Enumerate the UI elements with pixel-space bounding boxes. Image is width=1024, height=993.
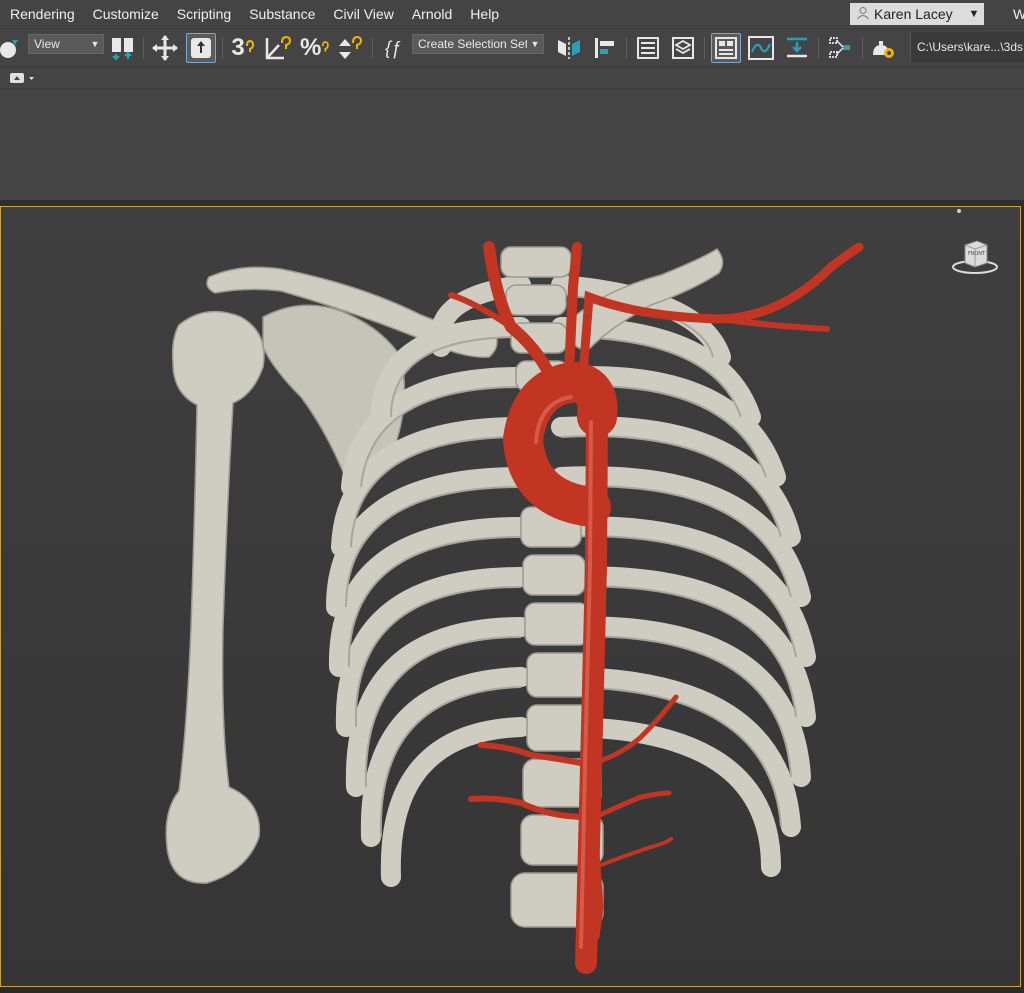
spinner-snap-button[interactable] — [336, 33, 366, 63]
viewcube[interactable]: FRONT — [951, 235, 999, 275]
schematic-view-icon — [829, 37, 850, 58]
chevron-down-icon: ▼ — [968, 8, 980, 20]
curve-editor-icon — [748, 36, 774, 60]
reference-coordinate-dropdown[interactable]: View ▼ — [28, 34, 104, 54]
menu-rendering[interactable]: Rendering — [0, 0, 84, 28]
viewcube-face-label: FRONT — [968, 251, 986, 257]
dope-sheet-icon — [787, 37, 807, 58]
toolbar-separator — [143, 37, 144, 59]
render-setup-button[interactable] — [868, 33, 898, 63]
ribbon-minimize-icon — [10, 73, 34, 83]
toolbar-separator — [704, 37, 705, 59]
menu-scripting[interactable]: Scripting — [168, 0, 240, 28]
workspace-label[interactable]: W — [1013, 0, 1024, 28]
menu-civil-view[interactable]: Civil View — [324, 0, 402, 28]
perspective-viewport[interactable]: FRONT — [0, 206, 1021, 987]
scene-explorer-icon — [637, 37, 659, 59]
snaps-toggle-glyph: 3 — [231, 34, 245, 61]
ribbon-toggle-icon — [715, 37, 737, 59]
viewport-scene — [1, 207, 1020, 986]
menu-customize[interactable]: Customize — [84, 0, 168, 28]
user-name: Karen Lacey — [874, 6, 953, 22]
menu-help[interactable]: Help — [461, 0, 508, 28]
select-object-button[interactable] — [186, 33, 216, 63]
select-object-icon — [191, 38, 211, 58]
project-path-field[interactable]: C:\Users\kare...\3ds — [910, 32, 1024, 62]
select-and-move-icon — [152, 35, 178, 61]
layer-explorer-icon — [672, 37, 694, 59]
mirror-button[interactable] — [554, 33, 584, 63]
schematic-view-button[interactable] — [826, 33, 856, 63]
spinner-snap-icon — [339, 35, 363, 59]
percent-snap-glyph: % — [300, 34, 322, 61]
scene-explorer-button[interactable] — [633, 33, 663, 63]
angle-snap-icon — [265, 35, 292, 60]
dope-sheet-button[interactable] — [782, 33, 812, 63]
viewport-indicator-dot — [957, 209, 961, 213]
snap-magnet-icon — [322, 41, 330, 52]
toolbar-separator — [372, 37, 373, 59]
edit-named-selection-icon: {ƒ — [384, 37, 402, 58]
named-selection-value: Create Selection Set — [418, 37, 527, 51]
toolbar-separator — [222, 37, 223, 59]
bind-to-space-warp-icon — [112, 38, 133, 61]
align-button[interactable] — [590, 33, 620, 63]
reference-coordinate-value: View — [34, 37, 60, 51]
snap-toggle-icon — [0, 40, 18, 58]
chevron-down-icon: ▼ — [90, 39, 100, 49]
edit-named-selection-button[interactable]: {ƒ — [378, 33, 408, 63]
status-strip — [0, 987, 1024, 993]
align-icon — [595, 38, 614, 58]
angle-snap-button[interactable] — [264, 33, 294, 63]
ribbon-minimize-toggle[interactable] — [8, 70, 36, 86]
main-toolbar: View ▼ 3 % {ƒ Create Selection Set ▼ C:\… — [0, 28, 1024, 67]
ribbon-strip — [0, 66, 1024, 89]
mirror-icon — [558, 37, 580, 59]
snap-toggle-button[interactable] — [0, 33, 22, 63]
chevron-down-icon: ▼ — [530, 39, 540, 49]
toolbar-separator — [862, 37, 863, 59]
snap-magnet-icon — [245, 40, 254, 52]
percent-snap-button[interactable]: % — [300, 33, 330, 63]
layer-explorer-button[interactable] — [668, 33, 698, 63]
menu-arnold[interactable]: Arnold — [403, 0, 461, 28]
ribbon-toggle-button[interactable] — [711, 33, 741, 63]
curve-editor-button[interactable] — [746, 33, 776, 63]
user-icon — [854, 6, 872, 23]
render-setup-icon — [873, 41, 894, 58]
toolbar-separator — [626, 37, 627, 59]
user-account-dropdown[interactable]: Karen Lacey ▼ — [850, 3, 984, 25]
snaps-toggle-button[interactable]: 3 — [228, 33, 258, 63]
menu-substance[interactable]: Substance — [240, 0, 324, 28]
menu-bar: Rendering Customize Scripting Substance … — [0, 0, 1024, 28]
ribbon-panel — [0, 88, 1024, 201]
select-and-move-button[interactable] — [150, 33, 180, 63]
bind-space-warp-button[interactable] — [108, 33, 138, 63]
toolbar-separator — [818, 37, 819, 59]
named-selection-dropdown[interactable]: Create Selection Set ▼ — [412, 34, 544, 54]
